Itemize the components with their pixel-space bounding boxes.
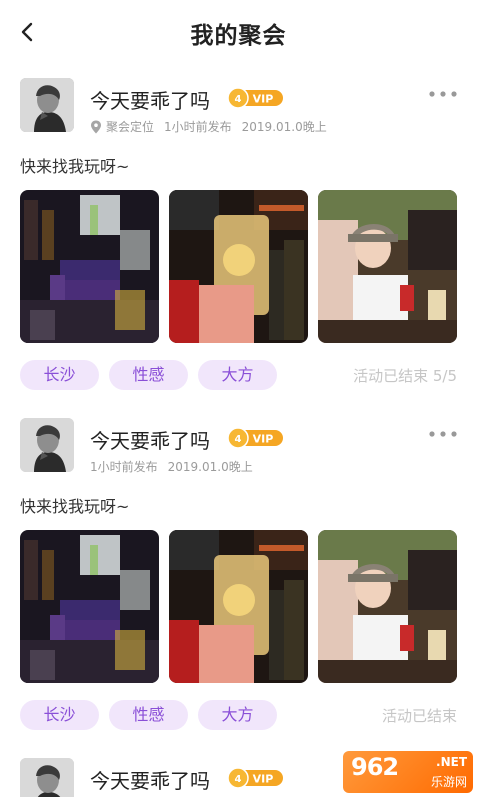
- event-time: 2019.01.0晚上: [167, 460, 253, 474]
- tag-chip[interactable]: 性感: [109, 700, 188, 730]
- post-text: 快来找我玩呀~: [20, 497, 130, 516]
- watermark-cn: 乐游网: [430, 775, 467, 789]
- tag-chip[interactable]: 大方: [198, 700, 277, 730]
- site-watermark-logo: 962 .NET 乐游网: [343, 751, 473, 793]
- vip-badge-icon: 4 VIP: [227, 427, 283, 449]
- avatar[interactable]: [20, 418, 74, 472]
- more-options-icon[interactable]: [427, 88, 459, 100]
- avatar[interactable]: [20, 758, 74, 797]
- party-post[interactable]: 今天要乖了吗 4 VIP 1小时前发布 2019.01.0晚上 快来找我玩呀~: [0, 418, 477, 738]
- location-pin-icon: [91, 120, 101, 133]
- page-title: 我的聚会: [190, 23, 287, 49]
- username[interactable]: 今天要乖了吗: [90, 85, 210, 114]
- post-photo[interactable]: [20, 190, 159, 343]
- posted-ago: 1小时前发布: [90, 460, 158, 474]
- post-meta: 1小时前发布 2019.01.0晚上: [90, 458, 253, 475]
- header-bar: 我的聚会: [0, 0, 477, 64]
- event-time: 2019.01.0晚上: [241, 120, 327, 134]
- tag-chip[interactable]: 大方: [198, 360, 277, 390]
- vip-label: VIP: [253, 773, 274, 786]
- post-meta: 聚会定位 1小时前发布 2019.01.0晚上: [90, 118, 327, 135]
- location-label: 聚会定位: [106, 120, 155, 134]
- tag-chip[interactable]: 长沙: [20, 700, 99, 730]
- vip-level: 4: [235, 774, 242, 785]
- vip-badge-icon: 4 VIP: [227, 767, 283, 789]
- watermark-number: 962: [351, 753, 399, 781]
- tag-chip[interactable]: 长沙: [20, 360, 99, 390]
- more-options-icon[interactable]: [427, 428, 459, 440]
- post-text: 快来找我玩呀~: [20, 157, 130, 176]
- vip-level: 4: [235, 94, 242, 105]
- vip-level: 4: [235, 434, 242, 445]
- avatar[interactable]: [20, 78, 74, 132]
- event-status: 活动已结束 5/5: [353, 367, 457, 385]
- watermark-net: .NET: [436, 755, 467, 769]
- posted-ago: 1小时前发布: [164, 120, 232, 134]
- vip-label: VIP: [253, 93, 274, 106]
- post-photo[interactable]: [318, 530, 457, 683]
- event-status: 活动已结束: [381, 707, 457, 725]
- party-post[interactable]: 今天要乖了吗 4 VIP 聚会定位 1小时前发布 2019.01.0晚上 快来找…: [0, 78, 477, 398]
- tag-chip[interactable]: 性感: [109, 360, 188, 390]
- post-photo[interactable]: [318, 190, 457, 343]
- post-photo[interactable]: [20, 530, 159, 683]
- vip-label: VIP: [253, 433, 274, 446]
- username[interactable]: 今天要乖了吗: [90, 765, 210, 794]
- photo-grid: [20, 530, 457, 683]
- photo-grid: [20, 190, 457, 343]
- username[interactable]: 今天要乖了吗: [90, 425, 210, 454]
- post-photo[interactable]: [169, 530, 308, 683]
- vip-badge-icon: 4 VIP: [227, 87, 283, 109]
- post-photo[interactable]: [169, 190, 308, 343]
